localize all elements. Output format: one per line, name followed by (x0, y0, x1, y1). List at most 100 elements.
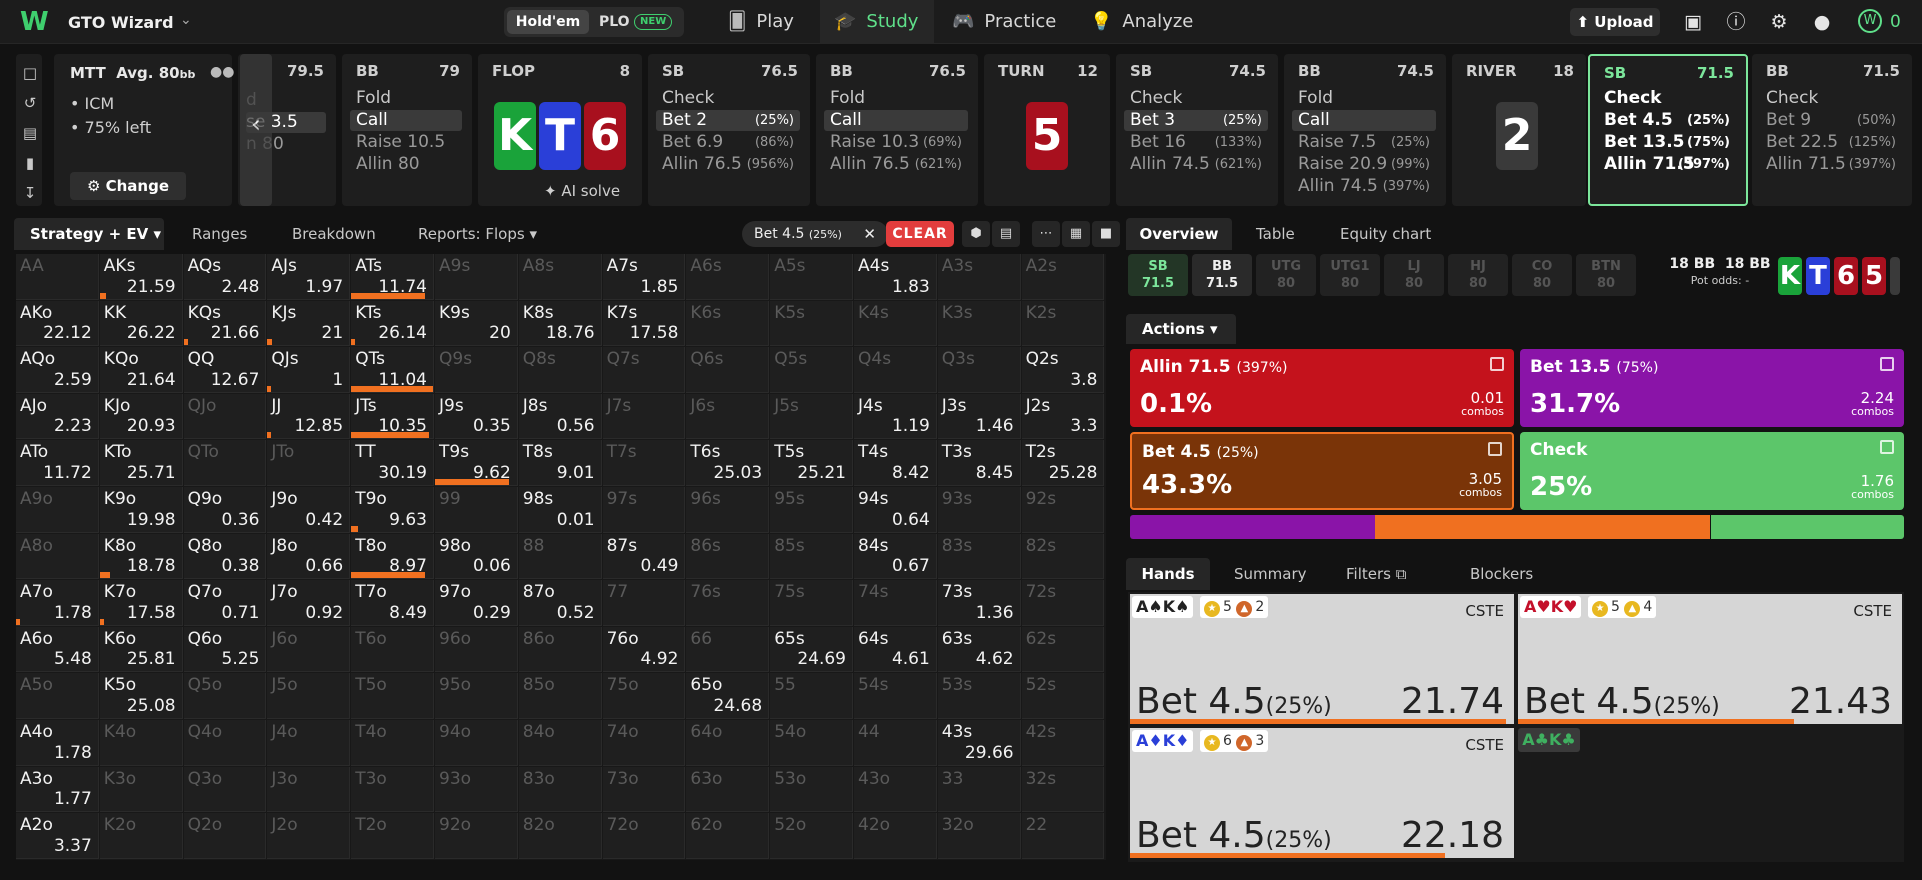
matrix-cell[interactable]: A8s (518, 254, 602, 300)
action-fold[interactable]: Fold (350, 88, 462, 109)
points-balance[interactable]: W0 (1858, 9, 1901, 35)
matrix-cell[interactable]: J6o (267, 626, 351, 673)
matrix-cell[interactable]: 53o (770, 766, 853, 813)
matrix-cell[interactable]: Q3s (937, 347, 1021, 393)
matrix-cell[interactable]: K6o 25.81 (99, 626, 183, 673)
action-allin[interactable]: Allin 76.5 (621%) (824, 154, 968, 175)
account-icon[interactable]: ● (1810, 10, 1834, 34)
matrix-cell[interactable]: 43s 29.66 (937, 720, 1021, 766)
action-bet[interactable]: Bet 4.5 (25%) (1598, 110, 1736, 131)
matrix-cell[interactable]: Q7s (602, 347, 686, 393)
nav-study[interactable]: 🎓 Study (820, 0, 934, 44)
matrix-cell[interactable]: J8o 0.66 (267, 533, 351, 580)
matrix-cell[interactable]: A4o 1.78 (16, 720, 99, 766)
matrix-cell[interactable]: A9s (435, 254, 518, 300)
matrix-cell[interactable]: 88 (518, 533, 602, 580)
matrix-cell[interactable]: A7s 1.85 (602, 254, 686, 300)
collapse-icon[interactable]: ↧ (21, 184, 39, 202)
matrix-cell[interactable]: K4s (854, 300, 937, 347)
matrix-cell[interactable]: 95s (770, 487, 853, 533)
matrix-cell[interactable]: K9o 19.98 (99, 487, 183, 533)
close-icon[interactable]: ✕ (863, 221, 876, 247)
player-btn[interactable]: BTN 80 (1576, 254, 1636, 296)
matrix-cell[interactable]: T7s (602, 440, 686, 486)
matrix-cell[interactable]: Q6s (686, 347, 770, 393)
nav-practice[interactable]: 🎮 Practice (952, 0, 1102, 44)
matrix-cell[interactable]: QTo (183, 440, 267, 486)
action-column-bb[interactable]: BB 74.5 Fold Call Raise 7.5 (25%) Raise 2… (1284, 54, 1446, 206)
bookmark-icon[interactable]: □ (21, 64, 39, 82)
matrix-cell[interactable]: 44 (854, 720, 937, 766)
action-bet[interactable]: Bet 22.5 (125%) (1760, 132, 1902, 153)
document-icon[interactable] (1880, 440, 1894, 454)
river-column[interactable]: RIVER 18 2 (1452, 54, 1586, 206)
player-utg[interactable]: UTG 80 (1256, 254, 1316, 296)
matrix-cell[interactable]: 63o (686, 766, 770, 813)
clear-button[interactable]: CLEAR (886, 221, 954, 247)
action-column-sb[interactable]: SB 76.5 Check Bet 2 (25%) Bet 6.9 (86%) Al… (648, 54, 810, 206)
matrix-cell[interactable]: K5s (770, 300, 853, 347)
matrix-cell[interactable]: 73o (602, 766, 686, 813)
matrix-cell[interactable]: K9s 20 (435, 300, 518, 347)
hand-card[interactable]: A♥K♥ ★ 5 ▲ 4 CSTE Bet 4.5(25%) 21.43 (1518, 594, 1902, 724)
matrix-cell[interactable]: KTs 26.14 (351, 300, 434, 347)
player-utg1[interactable]: UTG1 80 (1320, 254, 1380, 296)
matrix-cell[interactable]: T5s 25.21 (770, 440, 853, 486)
action-call[interactable]: Call (350, 110, 462, 131)
tab-hands[interactable]: Hands (1126, 558, 1210, 590)
matrix-cell[interactable]: Q4o (183, 720, 267, 766)
matrix-cell[interactable]: Q7o 0.71 (183, 580, 267, 626)
action-allin[interactable]: Allin 76.5 (956%) (656, 154, 800, 175)
matrix-cell[interactable]: 74o (602, 720, 686, 766)
action-bet[interactable]: Bet 13.5 (75%) (1598, 132, 1736, 153)
matrix-cell[interactable]: T8o 8.97 (351, 533, 434, 580)
matrix-cell[interactable]: 82s (1021, 533, 1105, 580)
matrix-cell[interactable]: J8s 0.56 (518, 393, 602, 440)
tab-blockers[interactable]: Blockers (1470, 558, 1533, 590)
matrix-cell[interactable]: 96o (435, 626, 518, 673)
gamepad-icon[interactable]: ▮ (21, 154, 39, 172)
grid-icon[interactable]: ▦ (1062, 221, 1090, 247)
matrix-cell[interactable]: 84s 0.67 (854, 533, 937, 580)
split-view-icon[interactable]: ▤ (992, 221, 1020, 247)
matrix-cell[interactable]: KTo 25.71 (99, 440, 183, 486)
action-column-bb[interactable]: BB 79 Fold Call Raise 10.5 Allin 80 (342, 54, 472, 206)
matrix-cell[interactable]: J6s (686, 393, 770, 440)
square-icon[interactable]: ■ (1092, 221, 1120, 247)
matrix-cell[interactable]: T3o (351, 766, 434, 813)
matrix-cell[interactable]: AKs 21.59 (99, 254, 183, 300)
tab-equity-chart[interactable]: Equity chart (1340, 218, 1431, 250)
action-fold[interactable]: Fold (824, 88, 968, 109)
action-column-bb[interactable]: BB 76.5 Fold Call Raise 10.3 (69%) Allin … (816, 54, 978, 206)
matrix-cell[interactable]: J4s 1.19 (854, 393, 937, 440)
action-check[interactable]: Check (1598, 88, 1736, 109)
matrix-cell[interactable]: T7o 8.49 (351, 580, 434, 626)
gto-wizard-logo[interactable]: W (20, 9, 50, 35)
action-column-bb[interactable]: BB 71.5 Check Bet 9 (50%) Bet 22.5 (125%) … (1752, 54, 1912, 206)
matrix-cell[interactable]: K6s (686, 300, 770, 347)
action-allin[interactable]: Allin 71.5 (397%) (1598, 154, 1736, 175)
matrix-cell[interactable]: JTs 10.35 (351, 393, 434, 440)
action-allin[interactable]: Allin 80 (350, 154, 462, 175)
matrix-cell[interactable]: J5s (770, 393, 853, 440)
action-check[interactable]: Check (1124, 88, 1268, 109)
cube-view-icon[interactable]: ⬢ (962, 221, 990, 247)
matrix-cell[interactable]: KQo 21.64 (99, 347, 183, 393)
matrix-cell[interactable]: 83s (937, 533, 1021, 580)
hand-combo-unplayed[interactable]: A♣K♣ (1518, 728, 1580, 752)
matrix-cell[interactable]: 66 (686, 626, 770, 673)
player-lj[interactable]: LJ 80 (1384, 254, 1444, 296)
matrix-cell[interactable]: 72s (1021, 580, 1105, 626)
matrix-cell[interactable]: T2s 25.28 (1021, 440, 1105, 486)
matrix-cell[interactable]: TT 30.19 (351, 440, 434, 486)
matrix-cell[interactable]: 52s (1021, 673, 1105, 719)
matrix-cell[interactable]: 75s (770, 580, 853, 626)
matrix-cell[interactable]: 54s (854, 673, 937, 719)
matrix-cell[interactable]: AJo 2.23 (16, 393, 99, 440)
matrix-cell[interactable]: KK 26.22 (99, 300, 183, 347)
turn-column[interactable]: TURN 12 5 (984, 54, 1110, 206)
matrix-cell[interactable]: T5o (351, 673, 434, 719)
matrix-cell[interactable]: Q9o 0.36 (183, 487, 267, 533)
action-check[interactable]: Check (656, 88, 800, 109)
matrix-cell[interactable]: JTo (267, 440, 351, 486)
